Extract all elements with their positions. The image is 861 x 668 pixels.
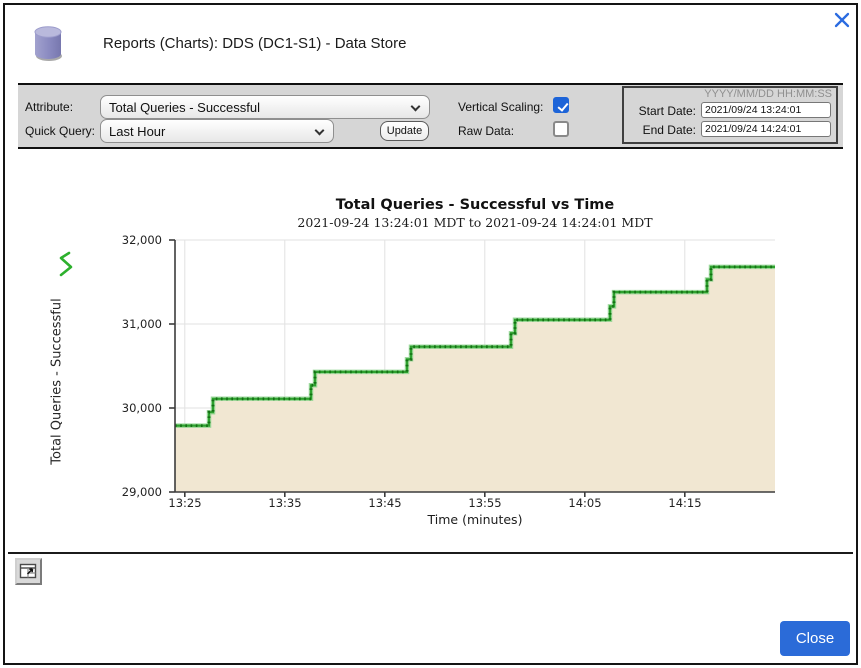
end-date-label: End Date: [626,123,696,137]
date-format-hint: YYYY/MM/DD HH:MM:SS [704,88,832,100]
y-tick-label: 32,000 [100,233,162,247]
database-cylinder-icon [33,25,63,63]
chevron-down-icon [411,102,421,112]
x-tick-label: 13:45 [355,496,415,510]
raw-data-checkbox[interactable] [553,121,569,137]
report-chart-dialog: Reports (Charts): DDS (DC1-S1) - Data St… [3,3,858,665]
start-date-input[interactable] [701,102,831,118]
x-axis-title: Time (minutes) [175,512,775,527]
x-tick-label: 13:55 [455,496,515,510]
attribute-select[interactable]: Total Queries - Successful [100,95,430,119]
raw-data-label: Raw Data: [458,124,514,138]
close-button[interactable]: Close [780,621,850,656]
chart-plot-area[interactable] [165,238,781,502]
x-tick-label: 13:25 [155,496,215,510]
chevron-down-icon [315,126,325,136]
vertical-scaling-checkbox[interactable] [553,97,569,113]
attribute-label: Attribute: [25,100,73,114]
start-date-label: Start Date: [626,104,696,118]
dialog-title: Reports (Charts): DDS (DC1-S1) - Data St… [103,35,406,52]
export-report-button[interactable] [15,558,42,585]
y-axis-tick-labels: 29,00030,00031,00032,000 [100,240,162,492]
y-axis-title: Total Queries - Successful [50,272,65,492]
y-tick-label: 30,000 [100,401,162,415]
y-tick-label: 29,000 [100,485,162,499]
end-date-input[interactable] [701,121,831,137]
chart-title: Total Queries - Successful vs Time [175,197,775,213]
quick-query-select-value: Last Hour [109,124,165,139]
footer-divider [8,552,853,554]
x-tick-label: 13:35 [255,496,315,510]
update-button[interactable]: Update [380,121,429,141]
x-axis-tick-labels: 13:2513:3513:4513:5514:0514:15 [175,496,775,510]
quick-query-label: Quick Query: [25,124,95,138]
open-report-window-icon [19,562,38,581]
y-tick-label: 31,000 [100,317,162,331]
x-tick-label: 14:05 [555,496,615,510]
toolbar: Attribute: Total Queries - Successful Qu… [18,83,843,149]
date-range-panel: YYYY/MM/DD HH:MM:SS Start Date: End Date… [622,86,838,144]
x-tick-label: 14:15 [655,496,715,510]
quick-query-select[interactable]: Last Hour [100,119,334,143]
chart-subtitle: 2021-09-24 13:24:01 MDT to 2021-09-24 14… [175,215,775,230]
attribute-select-value: Total Queries - Successful [109,100,260,115]
close-icon[interactable] [832,10,852,30]
vertical-scaling-label: Vertical Scaling: [458,100,543,114]
